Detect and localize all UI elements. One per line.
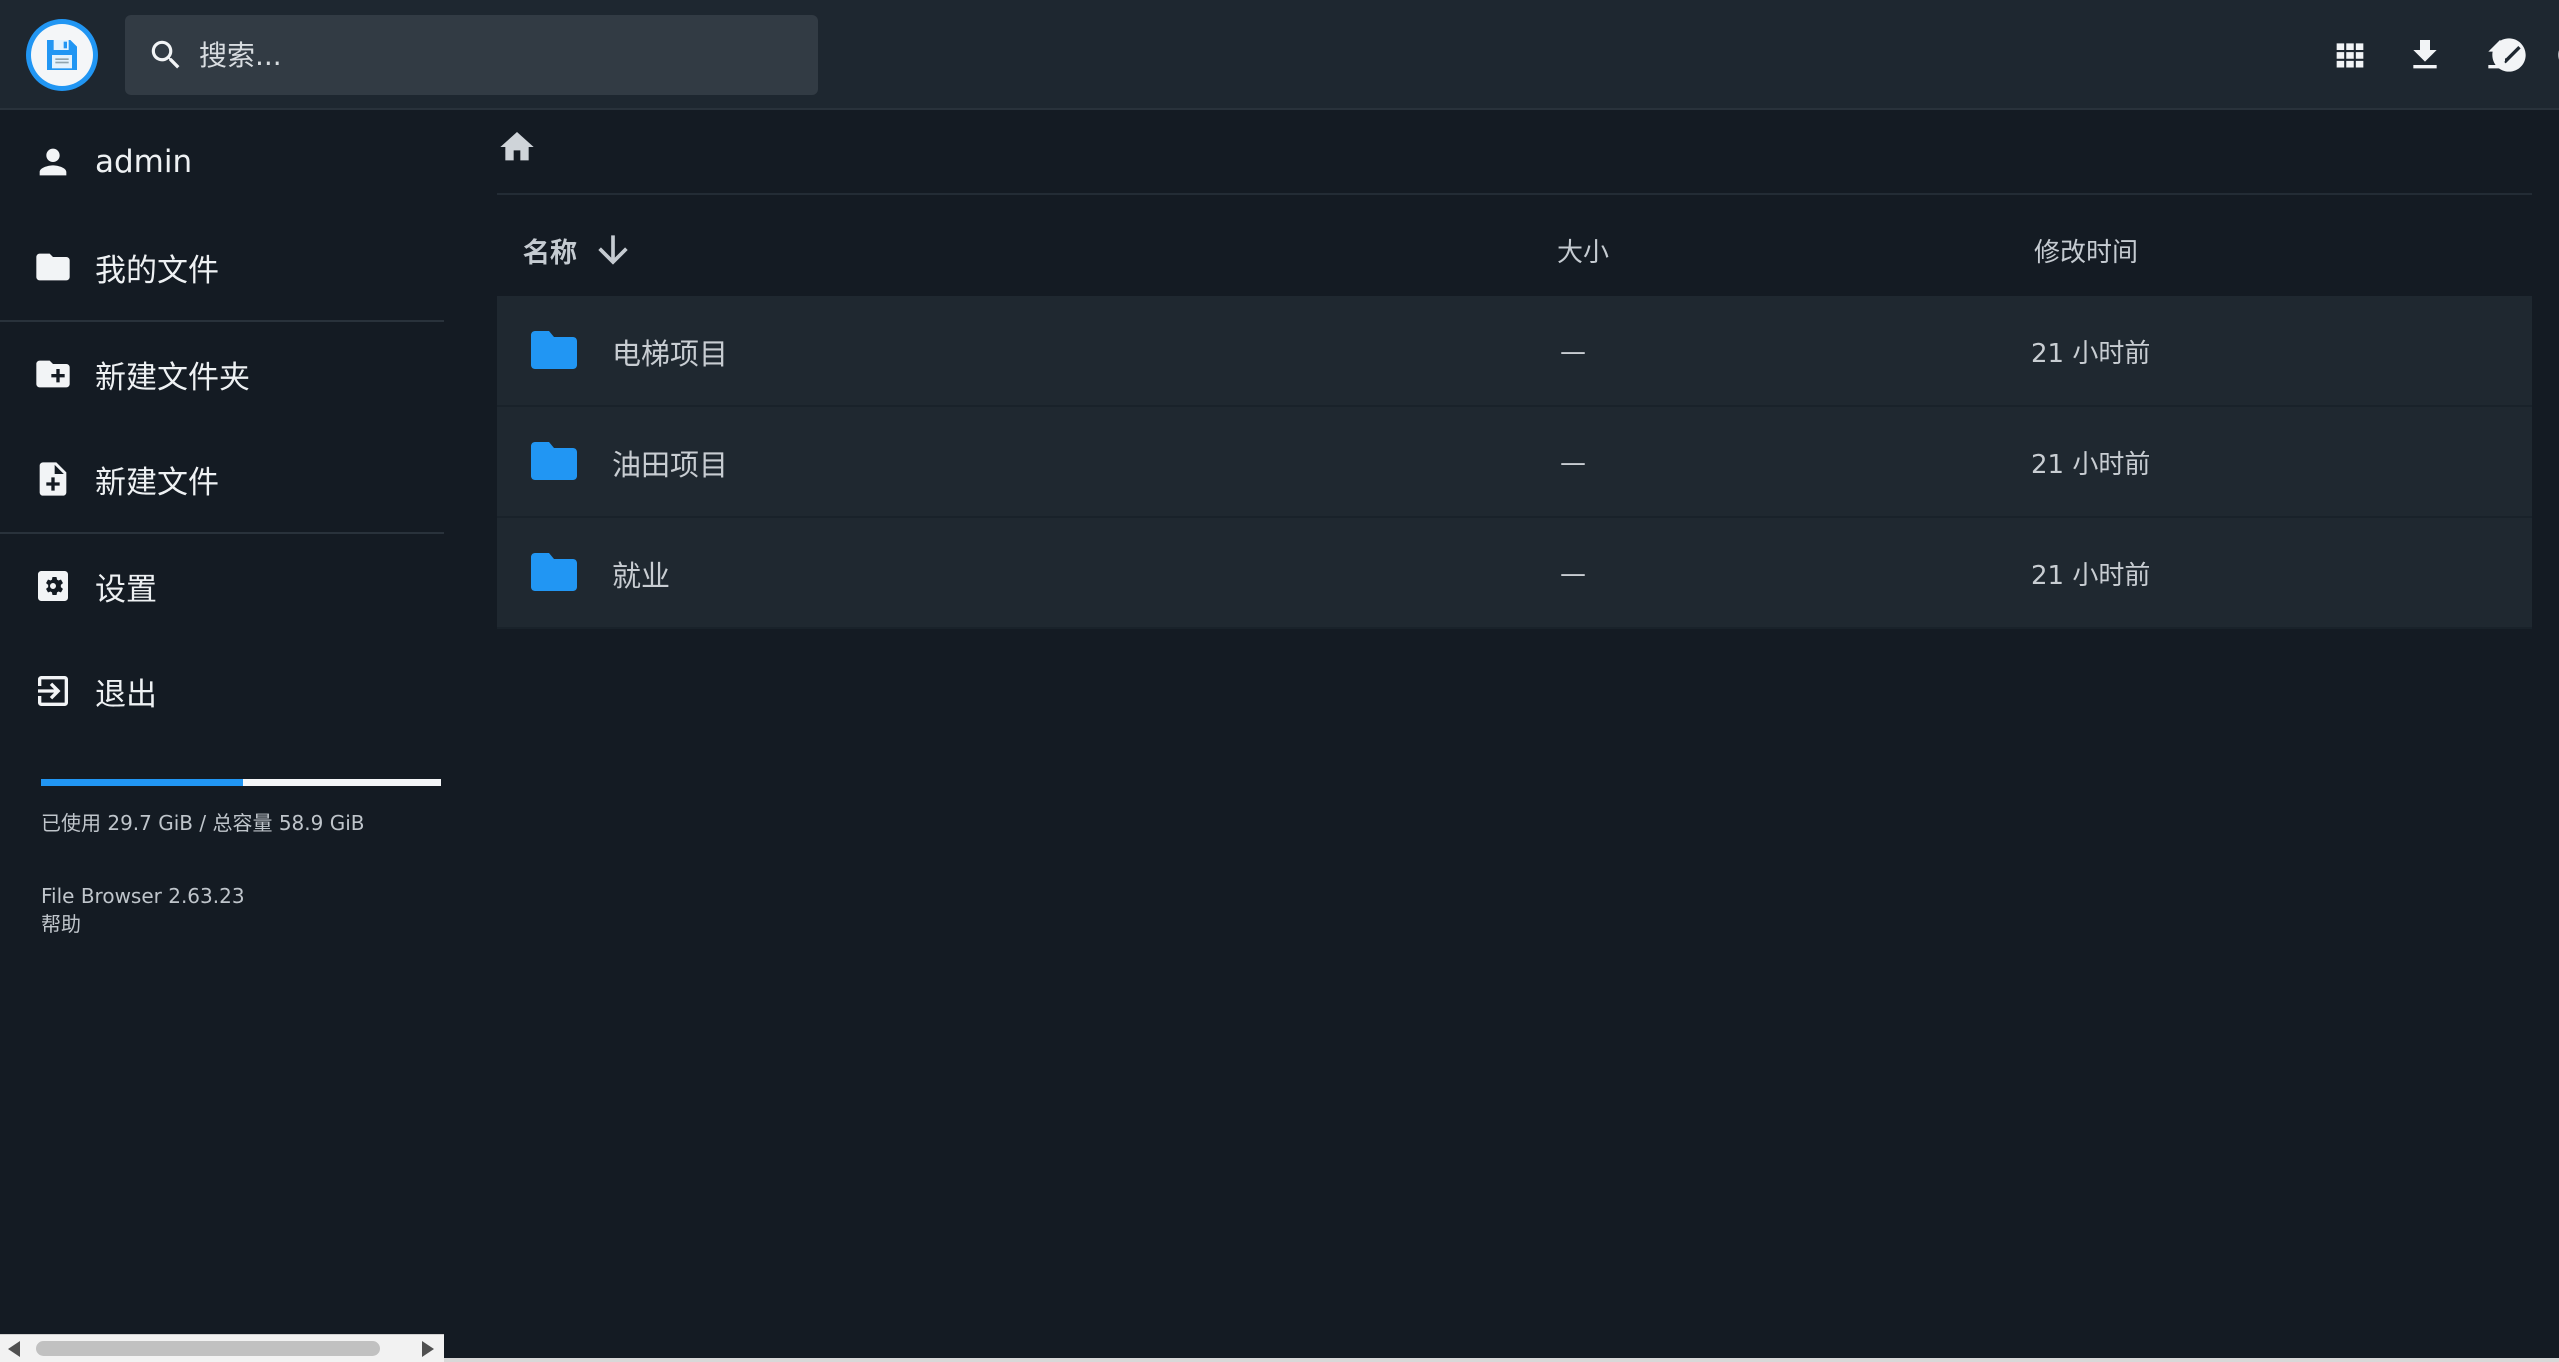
sidebar-item-label: 设置 xyxy=(95,571,157,608)
folder-icon xyxy=(531,553,577,591)
info-icon xyxy=(2557,48,2559,61)
column-modified-sort[interactable]: 修改时间 xyxy=(2034,210,2138,290)
folder-icon xyxy=(531,442,577,480)
file-row[interactable]: 电梯项目 — 21 小时前 xyxy=(497,296,2532,407)
download-button[interactable] xyxy=(2387,17,2462,92)
quota-progress-bar xyxy=(41,779,441,786)
quota-progress-fill xyxy=(41,779,243,786)
settings-icon xyxy=(38,571,68,601)
select-button[interactable] xyxy=(2471,17,2546,92)
scrollbar-thumb[interactable] xyxy=(36,1341,380,1356)
file-modified: 21 小时前 xyxy=(2031,561,2151,591)
scroll-right-arrow-icon[interactable] xyxy=(422,1341,434,1357)
folder-icon xyxy=(36,253,70,281)
sidebar-item-label: 新建文件 xyxy=(95,464,219,501)
sidebar-item-new-file[interactable]: 新建文件 xyxy=(0,429,444,529)
app-version-block: File Browser 2.63.23 帮助 xyxy=(41,882,245,938)
sidebar: admin 我的文件 新建文件夹 新建文件 设置 退出 已使用 29.7 GiB… xyxy=(0,112,444,1362)
grid-view-icon xyxy=(2336,42,2363,67)
floppy-disk-icon xyxy=(31,24,93,86)
window-bottom-edge xyxy=(444,1358,2559,1362)
exit-icon xyxy=(38,676,68,706)
file-size: — xyxy=(1560,558,1586,589)
file-name: 就业 xyxy=(612,558,671,593)
person-icon xyxy=(39,148,67,176)
horizontal-scrollbar[interactable] xyxy=(0,1334,444,1362)
download-icon xyxy=(2412,39,2437,68)
search-icon xyxy=(151,40,180,69)
sidebar-item-user[interactable]: admin xyxy=(0,112,444,212)
sidebar-divider xyxy=(0,320,444,322)
sidebar-item-label: 新建文件夹 xyxy=(95,359,250,396)
arrow-down-icon xyxy=(598,235,628,265)
file-list: 电梯项目 — 21 小时前 油田项目 — 21 小时前 就业 — 21 小时前 xyxy=(497,296,2532,629)
sidebar-item-logout[interactable]: 退出 xyxy=(0,641,444,741)
app-logo[interactable] xyxy=(26,19,98,91)
file-modified: 21 小时前 xyxy=(2031,450,2151,480)
column-name-sort[interactable]: 名称 xyxy=(523,210,635,290)
search-input[interactable] xyxy=(199,38,759,72)
sidebar-item-label: admin xyxy=(95,144,193,180)
file-row[interactable]: 就业 — 21 小时前 xyxy=(497,518,2532,629)
quota-text: 已使用 29.7 GiB / 总容量 58.9 GiB xyxy=(41,811,365,835)
file-name: 油田项目 xyxy=(612,447,729,482)
folder-icon xyxy=(531,331,577,369)
scroll-left-arrow-icon[interactable] xyxy=(8,1341,20,1357)
sidebar-item-settings[interactable]: 设置 xyxy=(0,536,444,636)
app-header xyxy=(0,0,2559,110)
breadcrumb-divider xyxy=(497,193,2532,195)
sidebar-item-my-files[interactable]: 我的文件 xyxy=(0,217,444,317)
file-size: — xyxy=(1560,336,1586,367)
file-name: 电梯项目 xyxy=(612,336,729,371)
grid-view-button[interactable] xyxy=(2312,17,2387,92)
file-row[interactable]: 油田项目 — 21 小时前 xyxy=(497,407,2532,518)
column-name-label: 名称 xyxy=(523,237,577,269)
sidebar-item-label: 退出 xyxy=(95,676,157,713)
create-new-folder-icon xyxy=(36,360,70,388)
check-circle-icon xyxy=(2491,37,2526,72)
file-modified: 21 小时前 xyxy=(2031,339,2151,369)
sidebar-item-label: 我的文件 xyxy=(95,252,219,289)
sidebar-divider xyxy=(0,532,444,534)
column-size-sort[interactable]: 大小 xyxy=(1557,210,1609,290)
help-link[interactable]: 帮助 xyxy=(41,910,245,938)
note-add-icon xyxy=(39,462,67,496)
file-list-header: 名称 大小 修改时间 xyxy=(497,210,2532,290)
sidebar-item-new-folder[interactable]: 新建文件夹 xyxy=(0,324,444,424)
home-icon xyxy=(500,132,534,161)
breadcrumb-home[interactable] xyxy=(497,127,537,167)
search-box[interactable] xyxy=(125,15,818,95)
app-version: File Browser 2.63.23 xyxy=(41,884,245,908)
file-size: — xyxy=(1560,447,1586,478)
